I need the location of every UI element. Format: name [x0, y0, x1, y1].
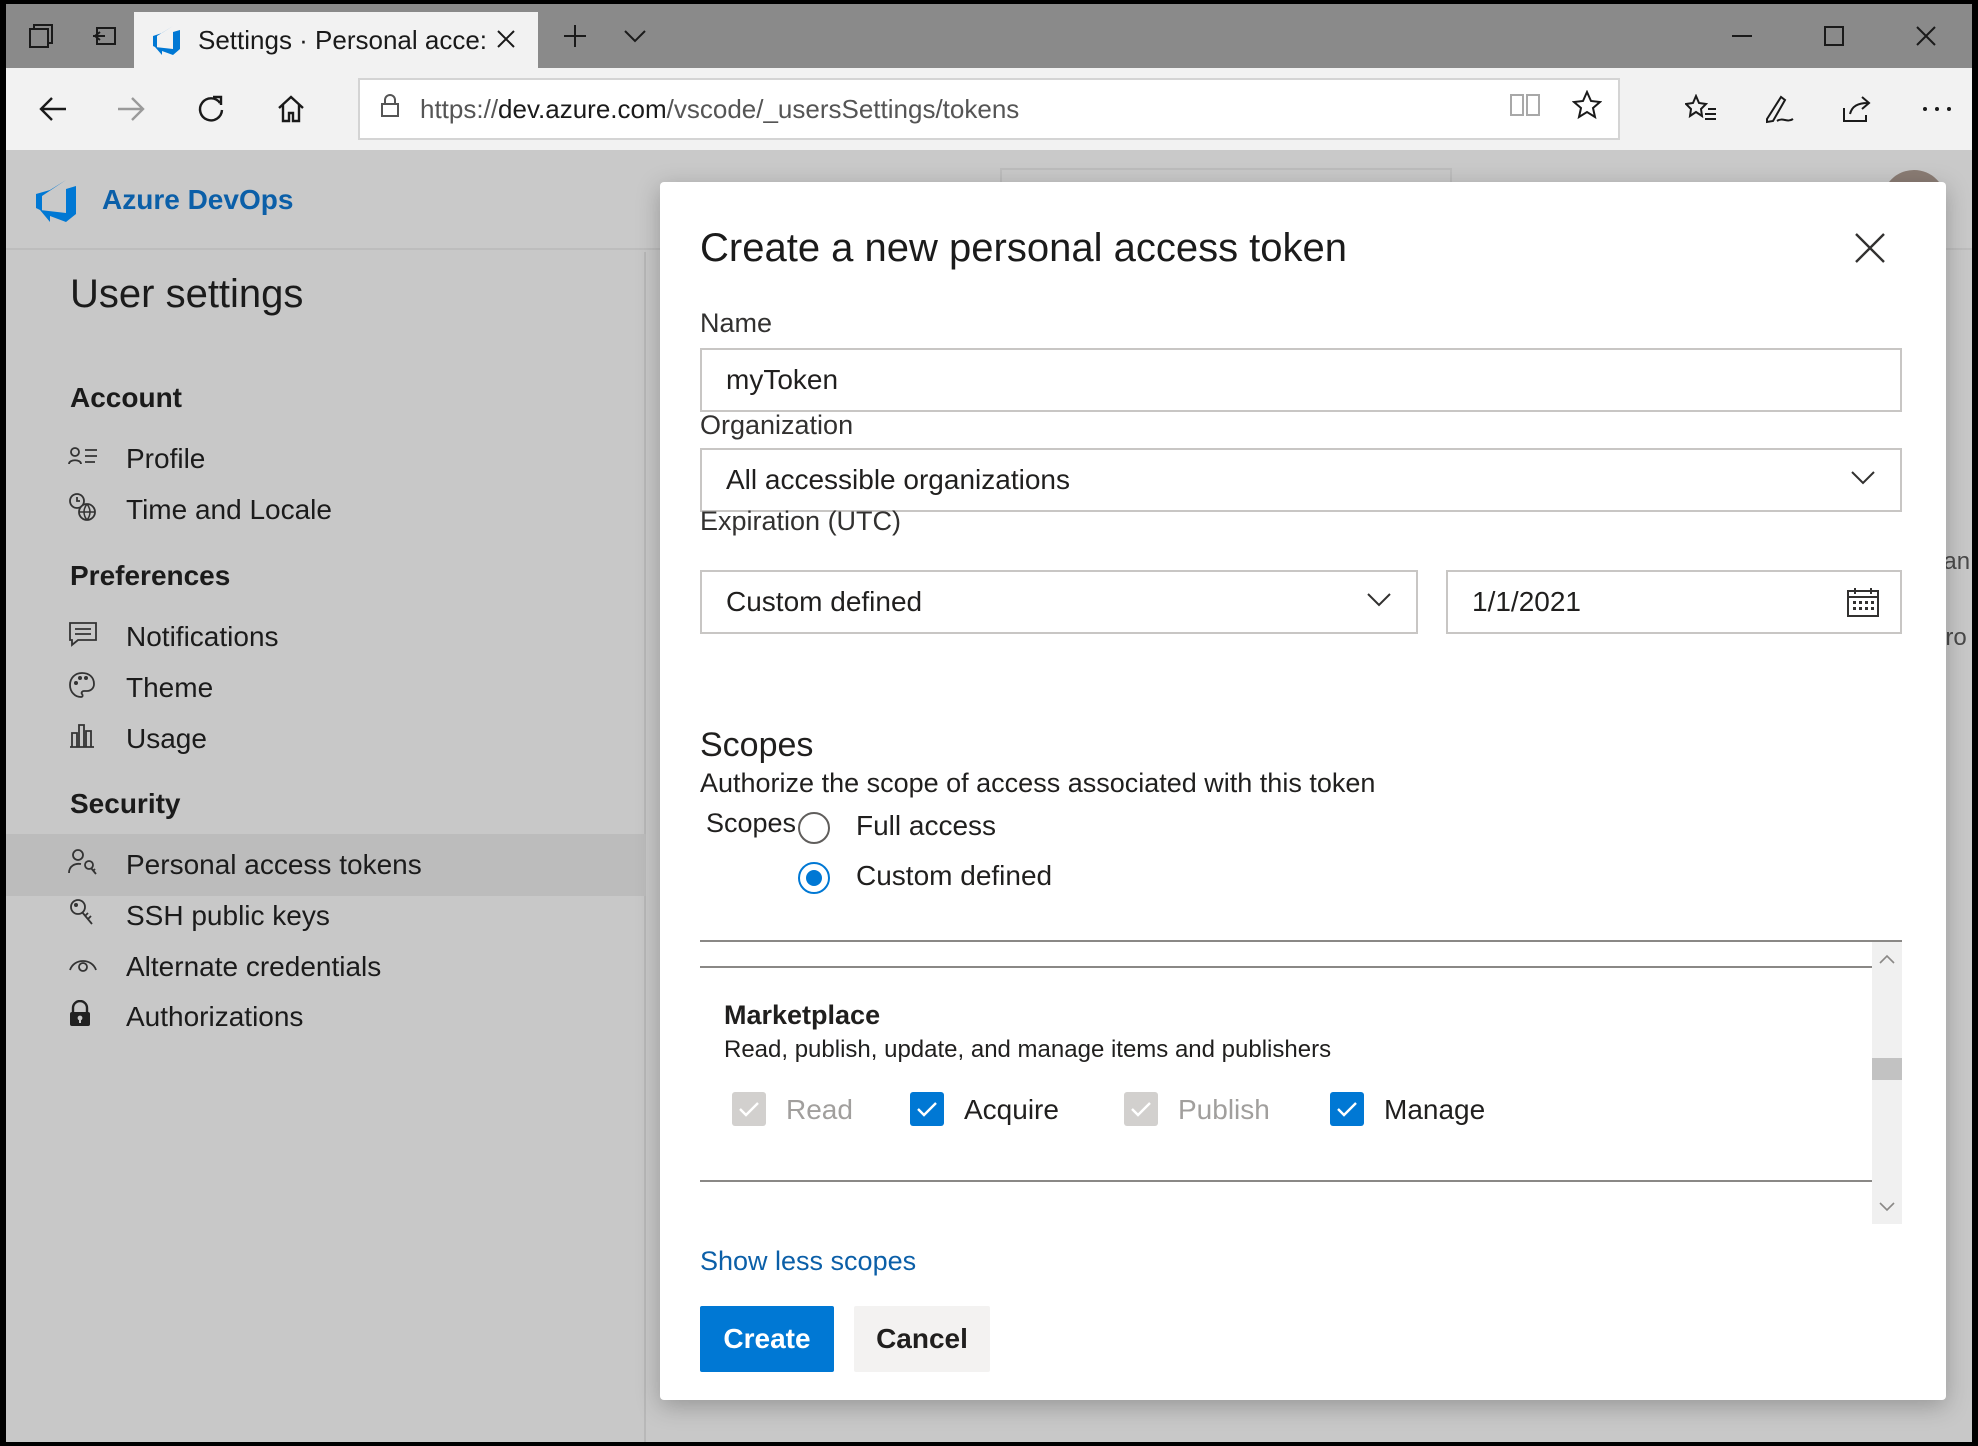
- organization-label: Organization: [700, 410, 854, 440]
- token-name-value: myToken: [726, 364, 839, 395]
- scrollbar-thumb[interactable]: [1872, 1058, 1902, 1080]
- sidebar-title: User settings: [70, 272, 304, 316]
- section-security: Security: [70, 788, 181, 819]
- sidebar-item-label: Theme: [126, 672, 214, 703]
- custom-defined-label[interactable]: Custom defined: [856, 860, 1052, 892]
- manage-label[interactable]: Manage: [1384, 1094, 1485, 1126]
- expiration-label: Expiration (UTC): [700, 506, 902, 536]
- full-access-label[interactable]: Full access: [856, 810, 996, 842]
- refresh-icon[interactable]: [180, 78, 242, 140]
- sidebar-item-label: SSH public keys: [126, 900, 330, 931]
- expiration-value: Custom defined: [726, 586, 923, 617]
- tab-preview-chevron-icon[interactable]: [606, 4, 664, 68]
- palette-icon: [6, 671, 126, 706]
- sidebar-item-label: Personal access tokens: [126, 849, 422, 880]
- name-label: Name: [700, 308, 773, 338]
- scroll-up-icon[interactable]: [1877, 950, 1897, 970]
- expiration-date-value: 1/1/2021: [1472, 586, 1581, 617]
- forward-arrow-icon[interactable]: [100, 78, 162, 140]
- sidebar-item-usage[interactable]: Usage: [6, 708, 646, 770]
- dialog-title: Create a new personal access token: [700, 226, 1348, 270]
- tab-title: Settings · Personal acce:: [198, 24, 486, 55]
- sidebar-item-time-and-locale[interactable]: Time and Locale: [6, 479, 646, 541]
- address-bar[interactable]: https://dev.azure.com/vscode/_usersSetti…: [358, 78, 1620, 140]
- window-close-icon[interactable]: [1880, 4, 1972, 68]
- more-options-icon[interactable]: [1906, 78, 1968, 140]
- favorites-list-icon[interactable]: [1670, 78, 1732, 140]
- credentials-icon: [6, 952, 126, 983]
- tab-strip: Settings · Personal acce:: [6, 4, 1972, 68]
- token-name-input[interactable]: myToken: [700, 348, 1902, 412]
- maximize-icon[interactable]: [1788, 4, 1880, 68]
- sidebar-item-label: Authorizations: [126, 1001, 304, 1032]
- share-icon[interactable]: [1826, 78, 1888, 140]
- scopes-description: Authorize the scope of access associated…: [700, 768, 1376, 798]
- show-less-scopes-link[interactable]: Show less scopes: [700, 1246, 916, 1277]
- full-access-radio[interactable]: [798, 812, 830, 844]
- settings-sidebar: User settings Account Profile Time and L…: [6, 252, 646, 1442]
- minimize-icon[interactable]: [1696, 4, 1788, 68]
- section-preferences: Preferences: [70, 560, 231, 591]
- set-aside-tabs-icon[interactable]: [76, 4, 134, 68]
- scope-group-title: Marketplace: [724, 1000, 881, 1030]
- tab-settings[interactable]: Settings · Personal acce:: [134, 12, 538, 68]
- profile-icon: [6, 444, 126, 475]
- read-checkbox: [732, 1092, 766, 1126]
- lock-icon: [6, 999, 126, 1035]
- acquire-label[interactable]: Acquire: [964, 1094, 1059, 1126]
- favorite-star-icon[interactable]: [1556, 89, 1618, 128]
- cancel-button[interactable]: Cancel: [854, 1306, 990, 1372]
- sidebar-item-authorizations[interactable]: Authorizations: [6, 986, 646, 1048]
- chevron-down-icon: [1367, 593, 1391, 607]
- scope-list-scrollbar[interactable]: [1872, 942, 1902, 1224]
- home-icon[interactable]: [260, 78, 322, 140]
- publish-label: Publish: [1178, 1094, 1270, 1125]
- chevron-down-icon: [1851, 471, 1875, 485]
- scopes-heading: Scopes: [700, 726, 814, 764]
- brand-name[interactable]: Azure DevOps: [102, 184, 293, 216]
- bar-chart-icon: [6, 723, 126, 756]
- section-account: Account: [70, 382, 182, 413]
- custom-defined-radio[interactable]: [798, 862, 830, 894]
- back-arrow-icon[interactable]: [22, 78, 84, 140]
- sidebar-item-label: Notifications: [126, 621, 279, 652]
- expiration-select[interactable]: Custom defined: [700, 570, 1418, 634]
- manage-checkbox[interactable]: [1330, 1092, 1364, 1126]
- organization-value: All accessible organizations: [726, 464, 1070, 495]
- key-icon: [6, 898, 126, 935]
- scope-group-marketplace: Marketplace Read, publish, update, and m…: [700, 966, 1872, 1182]
- scroll-down-icon[interactable]: [1877, 1196, 1897, 1216]
- azure-devops-logo-icon[interactable]: [30, 178, 80, 224]
- url-text[interactable]: https://dev.azure.com/vscode/_usersSetti…: [420, 94, 1494, 125]
- scope-group-description: Read, publish, update, and manage items …: [724, 1036, 1332, 1063]
- organization-select[interactable]: All accessible organizations: [700, 448, 1902, 512]
- create-token-dialog: Create a new personal access token Name …: [660, 182, 1946, 1400]
- sidebar-item-label: Time and Locale: [126, 494, 332, 525]
- tab-actions-icon[interactable]: [12, 4, 70, 68]
- create-button[interactable]: Create: [700, 1306, 834, 1372]
- navigation-bar: https://dev.azure.com/vscode/_usersSetti…: [6, 68, 1972, 150]
- globe-clock-icon: [6, 492, 126, 529]
- calendar-icon[interactable]: [1846, 586, 1880, 618]
- scopes-radio-group-label: Scopes: [706, 808, 797, 838]
- new-tab-icon[interactable]: [546, 4, 604, 68]
- acquire-checkbox[interactable]: [910, 1092, 944, 1126]
- sidebar-item-label: Profile: [126, 443, 206, 474]
- publish-checkbox: [1124, 1092, 1158, 1126]
- sidebar-item-label: Alternate credentials: [126, 951, 382, 982]
- expiration-date-input[interactable]: 1/1/2021: [1446, 570, 1902, 634]
- scope-list[interactable]: Marketplace Read, publish, update, and m…: [700, 940, 1902, 1224]
- lock-icon[interactable]: [360, 93, 420, 125]
- sidebar-item-label: Usage: [126, 723, 207, 754]
- browser-window: Settings · Personal acce: https://dev.az…: [6, 4, 1972, 1442]
- notifications-icon: [6, 621, 126, 654]
- people-key-icon: [6, 848, 126, 883]
- azure-devops-favicon-icon: [153, 26, 180, 55]
- dialog-close-icon[interactable]: [1842, 220, 1898, 276]
- pen-notes-icon[interactable]: [1748, 78, 1810, 140]
- read-label: Read: [786, 1094, 853, 1125]
- reading-view-icon[interactable]: [1494, 92, 1556, 126]
- tab-close-icon[interactable]: [496, 23, 516, 57]
